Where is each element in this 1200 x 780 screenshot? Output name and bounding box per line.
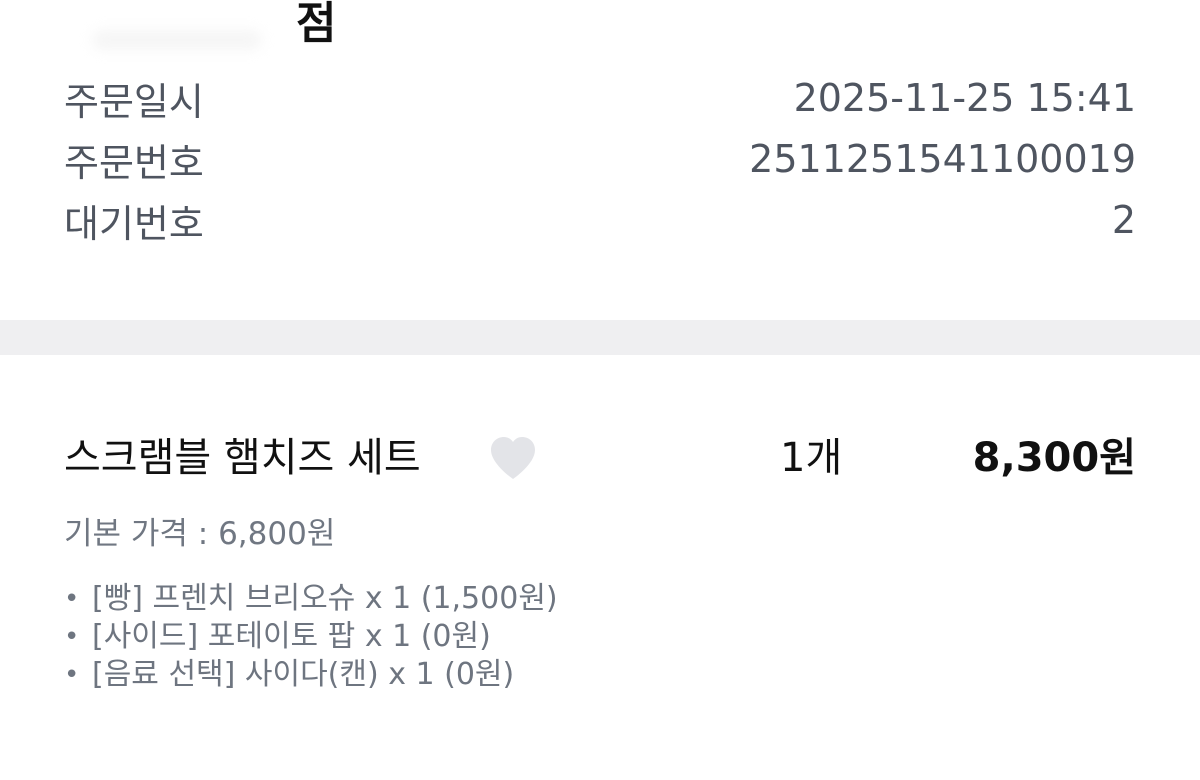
option-list: • [빵] 프렌치 브리오슈 x 1 (1,500원) • [사이드] 포테이토…	[64, 580, 964, 694]
waiting-number-label: 대기번호	[64, 201, 204, 246]
order-number-label: 주문번호	[64, 140, 204, 185]
store-name: 점	[296, 0, 337, 49]
option-item: • [빵] 프렌치 브리오슈 x 1 (1,500원)	[64, 580, 964, 618]
option-item: • [사이드] 포테이토 팝 x 1 (0원)	[64, 618, 964, 656]
order-item: 스크램블 햄치즈 세트 1개 8,300원	[64, 430, 1136, 490]
item-quantity: 1개	[780, 435, 843, 481]
option-text: [빵] 프렌치 브리오슈 x 1 (1,500원)	[92, 581, 558, 616]
heart-icon[interactable]	[488, 435, 538, 481]
store-name-redacted	[92, 30, 262, 50]
item-name: 스크램블 햄치즈 세트	[64, 435, 421, 481]
item-price: 8,300원	[972, 435, 1136, 481]
bullet: •	[64, 660, 80, 690]
order-date-value: 2025-11-25 15:41	[793, 76, 1136, 120]
waiting-number-value: 2	[1111, 198, 1136, 242]
order-date-row: 주문일시 2025-11-25 15:41	[64, 74, 1136, 124]
order-number-row: 주문번호 2511251541100019	[64, 135, 1136, 185]
order-number-value: 2511251541100019	[749, 137, 1136, 181]
option-text: [사이드] 포테이토 팝 x 1 (0원)	[92, 619, 491, 654]
order-date-label: 주문일시	[64, 79, 204, 124]
bullet: •	[64, 584, 80, 614]
bullet: •	[64, 622, 80, 652]
option-item: • [음료 선택] 사이다(캔) x 1 (0원)	[64, 656, 964, 694]
store-header: 점	[0, 0, 1200, 62]
base-price: 기본 가격 : 6,800원	[64, 516, 336, 552]
option-text: [음료 선택] 사이다(캔) x 1 (0원)	[92, 657, 515, 692]
section-divider	[0, 320, 1200, 355]
waiting-number-row: 대기번호 2	[64, 196, 1136, 246]
